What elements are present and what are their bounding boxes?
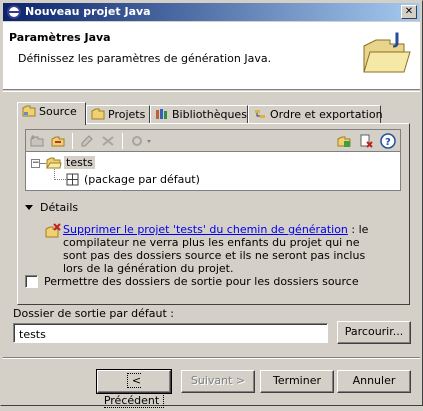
source-tree-container: ? − tests (package par défaut) bbox=[25, 129, 401, 191]
link-source-icon[interactable] bbox=[50, 133, 66, 149]
tree-toolbar: ? bbox=[26, 130, 400, 152]
configure-dropdown-icon[interactable] bbox=[130, 133, 154, 149]
remove-icon[interactable] bbox=[100, 133, 116, 149]
add-folder-icon[interactable] bbox=[29, 133, 45, 149]
browse-button[interactable]: Parcourir... bbox=[337, 321, 411, 344]
title-bar[interactable]: Nouveau projet Java ✕ bbox=[3, 3, 420, 21]
tab-bibliotheques[interactable]: Bibliothèques bbox=[150, 105, 248, 124]
tab-ordre-exportation-label: Ordre et exportation bbox=[270, 108, 383, 121]
close-button[interactable]: ✕ bbox=[401, 5, 417, 19]
tree-line bbox=[54, 179, 66, 180]
help-icon[interactable]: ? bbox=[380, 133, 396, 149]
finish-button[interactable]: Terminer bbox=[260, 370, 334, 393]
java-project-wizard-icon: J bbox=[363, 29, 411, 73]
wizard-header: Paramètres Java Définissez les paramètre… bbox=[3, 22, 420, 90]
add-source-folder-icon[interactable] bbox=[336, 133, 352, 149]
dialog-window: Nouveau projet Java ✕ Paramètres Java Dé… bbox=[0, 0, 423, 408]
tab-bibliotheques-label: Bibliothèques bbox=[172, 108, 247, 121]
footer-separator bbox=[3, 357, 420, 359]
delete-entry-icon[interactable] bbox=[358, 133, 374, 149]
back-button[interactable]: < Précédent bbox=[96, 369, 172, 408]
tab-ordre-exportation[interactable]: Ordre et exportation bbox=[248, 105, 383, 124]
output-folder-input[interactable] bbox=[13, 323, 328, 343]
eclipse-icon bbox=[7, 5, 21, 19]
output-folder-label: Dossier de sortie par défaut : bbox=[13, 307, 174, 320]
allow-output-folders-label: Permettre des dossiers de sortie pour le… bbox=[44, 275, 359, 288]
expand-arrow-icon bbox=[25, 205, 33, 210]
next-button[interactable]: Suivant > bbox=[181, 370, 255, 393]
page-description: Définissez les paramètres de génération … bbox=[18, 52, 272, 65]
tab-projets-label: Projets bbox=[108, 108, 146, 121]
details-label: Détails bbox=[40, 201, 79, 214]
tab-source[interactable]: Source bbox=[17, 102, 86, 125]
svg-text:?: ? bbox=[385, 137, 391, 148]
remove-from-buildpath-link[interactable]: Supprimer le projet 'tests' du chemin de… bbox=[63, 223, 348, 236]
window-title: Nouveau projet Java bbox=[25, 5, 151, 18]
source-folder-icon bbox=[22, 105, 36, 117]
output-folders-option[interactable]: Permettre des dossiers de sortie pour le… bbox=[25, 275, 359, 288]
tab-strip: Source Projets Bibliothèques Ordre et ex… bbox=[17, 102, 407, 125]
tab-source-label: Source bbox=[39, 105, 77, 118]
toolbar-separator bbox=[122, 133, 123, 149]
project-folder-icon bbox=[46, 157, 62, 169]
details-toggle[interactable]: Détails bbox=[25, 201, 78, 214]
cancel-button[interactable]: Annuler bbox=[337, 370, 411, 393]
edit-icon[interactable] bbox=[79, 133, 95, 149]
library-icon bbox=[156, 109, 167, 119]
header-separator bbox=[3, 91, 420, 92]
tree-item-project[interactable]: tests bbox=[64, 156, 95, 169]
remove-project-icon bbox=[45, 223, 61, 238]
toolbar-separator bbox=[72, 133, 73, 149]
tab-projets[interactable]: Projets bbox=[86, 105, 150, 124]
folder-icon bbox=[91, 108, 105, 120]
package-icon bbox=[66, 173, 79, 186]
page-title: Paramètres Java bbox=[9, 31, 111, 44]
order-export-icon bbox=[255, 110, 265, 118]
svg-text:J: J bbox=[393, 29, 400, 48]
details-text: Supprimer le projet 'tests' du chemin de… bbox=[63, 223, 383, 275]
tree-item-default-package[interactable]: (package par défaut) bbox=[84, 173, 200, 186]
tree-item-project-label: tests bbox=[64, 156, 95, 169]
allow-output-folders-checkbox[interactable] bbox=[25, 275, 38, 288]
collapse-toggle[interactable]: − bbox=[31, 159, 40, 168]
back-button-label: < Précédent bbox=[103, 373, 165, 408]
